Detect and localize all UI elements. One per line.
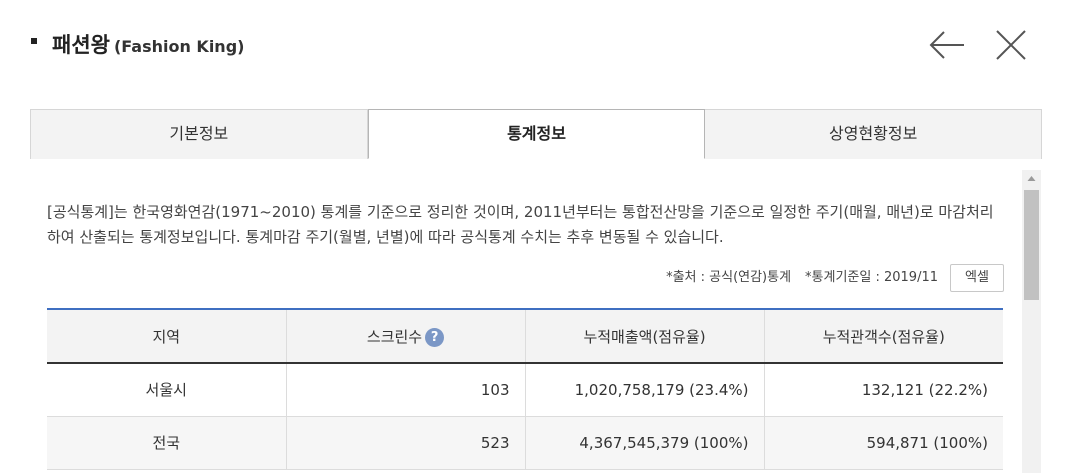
base-date-label: *통계기준일 : 2019/11 [805, 270, 938, 285]
cell-audience: 132,121 (22.2%) [763, 363, 1003, 417]
tab-basic-info[interactable]: 기본정보 [30, 109, 368, 159]
close-icon [996, 30, 1026, 60]
page-title: 패션왕 (Fashion King) [52, 30, 244, 62]
column-header-screens-label: 스크린수 [366, 327, 423, 346]
back-button[interactable] [928, 26, 966, 64]
column-header-screens: 스크린수? [285, 308, 525, 364]
cell-audience: 594,871 (100%) [763, 416, 1003, 470]
column-header-revenue: 누적매출액(점유율) [524, 308, 764, 364]
tab-screening-status[interactable]: 상영현황정보 [705, 109, 1043, 159]
title-bullet [31, 38, 37, 44]
statistics-table: 지역 스크린수? 누적매출액(점유율) 누적관객수(점유율) 서울시 103 1… [47, 308, 1003, 470]
cell-region: 전국 [47, 416, 286, 470]
movie-title-en: (Fashion King) [113, 37, 245, 56]
source-label: *출처 : 공식(연감)통계 [666, 270, 792, 285]
tab-statistics[interactable]: 통계정보 [367, 109, 706, 159]
column-header-audience: 누적관객수(점유율) [763, 308, 1003, 364]
arrow-left-icon [929, 31, 964, 59]
info-tabs: 기본정보 통계정보 상영현황정보 [30, 109, 1043, 159]
movie-detail-panel: 패션왕 (Fashion King) 기본정보 통계정보 상영현황정보 [공식통계… [0, 0, 1072, 473]
movie-title: 패션왕 [52, 33, 110, 57]
column-header-region: 지역 [47, 308, 286, 364]
scroll-up-button[interactable] [1022, 170, 1041, 188]
table-row: 전국 523 4,367,545,379 (100%) 594,871 (100… [47, 416, 1003, 470]
close-button[interactable] [992, 26, 1030, 64]
question-icon[interactable]: ? [425, 327, 445, 347]
cell-revenue: 4,367,545,379 (100%) [524, 416, 764, 470]
statistics-notice: [공식통계]는 한국영화연감(1971~2010) 통계를 기준으로 정리한 것… [47, 203, 994, 246]
table-row: 서울시 103 1,020,758,179 (23.4%) 132,121 (2… [47, 363, 1003, 417]
table-header-row: 지역 스크린수? 누적매출액(점유율) 누적관객수(점유율) [47, 308, 1003, 364]
statistics-meta: *출처 : 공식(연감)통계 *통계기준일 : 2019/11 [666, 266, 938, 290]
triangle-up-icon [1027, 176, 1036, 181]
cell-revenue: 1,020,758,179 (23.4%) [524, 363, 764, 417]
cell-screens: 103 [285, 363, 525, 417]
excel-download-button[interactable]: 엑셀 [950, 264, 1004, 292]
scroll-thumb[interactable] [1024, 190, 1039, 300]
cell-region: 서울시 [47, 363, 286, 417]
vertical-scrollbar[interactable] [1022, 170, 1041, 473]
cell-screens: 523 [285, 416, 525, 470]
